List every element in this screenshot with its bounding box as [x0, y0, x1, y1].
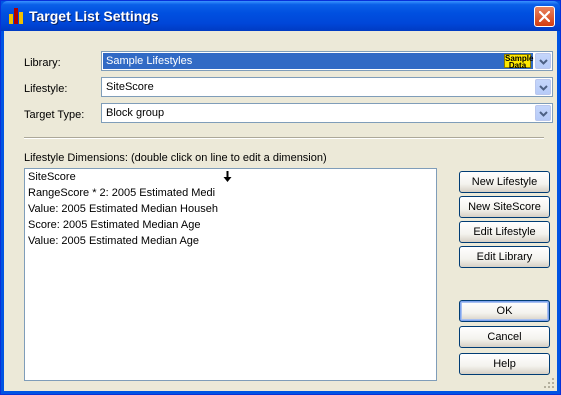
library-label: Library:	[24, 57, 61, 69]
chevron-down-icon	[539, 85, 548, 91]
dimensions-listbox[interactable]: SiteScore RangeScore * 2: 2005 Estimated…	[24, 168, 437, 381]
target-type-dropdown-button[interactable]	[535, 105, 551, 121]
edit-lifestyle-button[interactable]: Edit Lifestyle	[459, 221, 550, 243]
chevron-down-icon	[539, 59, 548, 65]
target-list-settings-window: Target List Settings Library: Sample Lif…	[0, 0, 561, 395]
list-item[interactable]: Score: 2005 Estimated Median Age	[28, 219, 200, 231]
list-item[interactable]: Value: 2005 Estimated Median Househ	[28, 203, 218, 215]
window-title: Target List Settings	[29, 8, 159, 24]
lifestyle-dropdown-button[interactable]	[535, 79, 551, 95]
ok-button[interactable]: OK	[459, 300, 550, 322]
resize-grip-icon[interactable]	[543, 377, 555, 389]
sample-data-badge: Sample Data	[504, 54, 534, 70]
list-item[interactable]: SiteScore	[28, 171, 76, 183]
dimensions-label: Lifestyle Dimensions: (double click on l…	[24, 152, 327, 164]
library-value: Sample Lifestyles	[106, 55, 193, 67]
bar-chart-icon	[9, 8, 23, 24]
close-button[interactable]	[534, 6, 555, 27]
down-arrow-cursor-icon	[223, 171, 232, 182]
close-icon	[539, 11, 550, 22]
list-item[interactable]: RangeScore * 2: 2005 Estimated Medi	[28, 187, 215, 199]
target-type-select[interactable]: Block group	[101, 103, 553, 123]
cancel-button[interactable]: Cancel	[459, 326, 550, 348]
target-type-label: Target Type:	[24, 109, 85, 121]
title-bar[interactable]: Target List Settings	[1, 1, 560, 31]
help-button[interactable]: Help	[459, 353, 550, 375]
lifestyle-value: SiteScore	[106, 81, 154, 93]
dialog-body: Library: Sample Lifestyles Sample Data L…	[4, 31, 557, 391]
lifestyle-select[interactable]: SiteScore	[101, 77, 553, 97]
lifestyle-label: Lifestyle:	[24, 83, 68, 95]
new-sitescore-button[interactable]: New SiteScore	[459, 196, 550, 218]
edit-library-button[interactable]: Edit Library	[459, 246, 550, 268]
library-select[interactable]: Sample Lifestyles Sample Data	[101, 51, 553, 71]
library-dropdown-button[interactable]	[535, 53, 551, 69]
target-type-value: Block group	[106, 107, 165, 119]
list-item[interactable]: Value: 2005 Estimated Median Age	[28, 235, 199, 247]
new-lifestyle-button[interactable]: New Lifestyle	[459, 171, 550, 193]
chevron-down-icon	[539, 111, 548, 117]
divider	[24, 137, 544, 139]
